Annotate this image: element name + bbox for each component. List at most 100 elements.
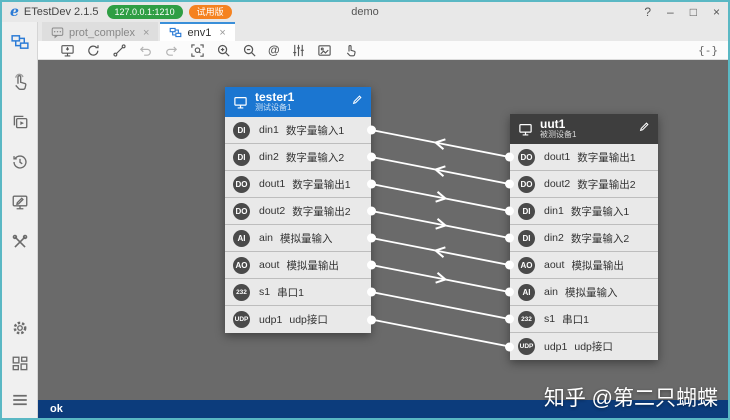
device-subtitle: 被测设备1	[540, 130, 577, 140]
address-badge: 127.0.0.1:1210	[106, 5, 183, 19]
edit-pencil-icon[interactable]	[638, 120, 650, 138]
topology-icon[interactable]	[10, 32, 30, 52]
port-connector-dot[interactable]	[367, 287, 376, 297]
zoom-out-icon[interactable]	[242, 43, 257, 58]
port-connector-dot[interactable]	[367, 152, 376, 162]
tab-label: prot_complex	[69, 26, 136, 39]
redo-icon[interactable]	[164, 43, 179, 58]
port-name: dout1	[259, 178, 286, 190]
tab-env1[interactable]: env1 ×	[160, 22, 235, 41]
port-row[interactable]: DO dout2 数字量输出2	[505, 171, 658, 198]
device-monitor-icon	[234, 96, 247, 109]
port-name: dout1	[544, 151, 571, 163]
status-bar: ok	[38, 400, 728, 418]
app-name: ETestDev 2.1.5	[23, 6, 99, 18]
port-row[interactable]: AO aout 模拟量输出	[225, 252, 376, 279]
port-row[interactable]: DI din1 数字量输入1	[505, 198, 658, 225]
window-controls: ? – □ ×	[644, 5, 720, 19]
minimize-button[interactable]: –	[667, 5, 674, 19]
dashboard-icon[interactable]	[10, 354, 30, 374]
port-row[interactable]: AI ain 模拟量输入	[225, 225, 376, 252]
port-row[interactable]: DI din1 数字量输入1	[225, 117, 376, 144]
device-block-tester1[interactable]: tester1 测试设备1 DI din1 数字量输入1 DI din2 数字量…	[225, 87, 376, 333]
tools-icon[interactable]	[10, 232, 30, 252]
port-desc: udp接口	[289, 314, 328, 326]
connect-icon[interactable]	[112, 43, 127, 58]
port-connector-dot[interactable]	[505, 342, 514, 351]
port-name: aout	[544, 259, 565, 271]
port-connector-dot[interactable]	[367, 260, 376, 270]
device-block-uut1[interactable]: uut1 被测设备1 DO dout1 数字量输出1 DO dout2 数字量输…	[505, 114, 658, 360]
tab-label: env1	[187, 26, 212, 39]
port-desc: 数字量输入2	[570, 232, 630, 245]
image-icon[interactable]	[317, 43, 332, 58]
trial-badge: 试用版	[188, 5, 232, 19]
port-type-badge: AI	[233, 229, 250, 247]
refresh-icon[interactable]	[86, 43, 101, 58]
touch-select-icon[interactable]	[343, 43, 358, 58]
port-row[interactable]: DO dout1 数字量输出1	[505, 144, 658, 171]
port-type-badge: DI	[518, 229, 535, 247]
left-sidebar	[2, 22, 38, 418]
port-row[interactable]: 232 s1 串口1	[225, 279, 376, 306]
mixer-icon[interactable]	[291, 43, 306, 58]
device-subtitle: 测试设备1	[255, 103, 292, 113]
settings-gear-icon[interactable]	[10, 318, 30, 338]
port-connector-dot[interactable]	[505, 314, 514, 324]
port-row[interactable]: UDP udp1 udp接口	[225, 306, 376, 333]
port-row[interactable]: AO aout 模拟量输出	[505, 252, 658, 279]
port-row[interactable]: 232 s1 串口1	[505, 306, 658, 333]
monitor-edit-icon[interactable]	[10, 192, 30, 212]
code-view-button[interactable]: {-}	[698, 44, 718, 57]
close-button[interactable]: ×	[713, 5, 720, 19]
touch-icon[interactable]	[10, 72, 30, 92]
port-connector-dot[interactable]	[367, 206, 376, 216]
help-button[interactable]: ?	[644, 5, 651, 19]
port-type-badge: UDP	[233, 311, 250, 328]
port-row[interactable]: DO dout1 数字量输出1	[225, 171, 376, 198]
port-connector-dot[interactable]	[505, 206, 514, 216]
port-connector-dot[interactable]	[505, 179, 514, 189]
port-connector-dot[interactable]	[505, 287, 514, 297]
port-desc: udp接口	[574, 341, 613, 353]
port-type-badge: DO	[518, 175, 535, 193]
run-layers-icon[interactable]	[10, 112, 30, 132]
port-type-badge: DI	[233, 121, 250, 139]
menu-icon[interactable]	[10, 390, 30, 410]
undo-icon[interactable]	[138, 43, 153, 58]
port-name: dout2	[544, 178, 571, 190]
port-desc: 数字量输出2	[292, 205, 351, 218]
port-connector-dot[interactable]	[367, 125, 376, 135]
port-name: s1	[544, 313, 556, 325]
port-connector-dot[interactable]	[367, 233, 376, 243]
fit-view-icon[interactable]	[190, 43, 205, 58]
port-name: dout2	[259, 205, 286, 217]
tab-close-icon[interactable]: ×	[143, 27, 149, 39]
port-row[interactable]: DI din2 数字量输入2	[505, 225, 658, 252]
port-connector-dot[interactable]	[505, 260, 514, 270]
port-desc: 数字量输入1	[285, 124, 345, 137]
port-name: aout	[259, 259, 280, 271]
port-type-badge: DO	[233, 175, 250, 193]
at-icon[interactable]: @	[268, 43, 280, 57]
port-row[interactable]: UDP udp1 udp接口	[505, 333, 658, 360]
port-connector-dot[interactable]	[367, 179, 376, 189]
topology-canvas[interactable]: tester1 测试设备1 DI din1 数字量输入1 DI din2 数字量…	[38, 60, 728, 400]
zoom-in-icon[interactable]	[216, 43, 231, 58]
port-type-badge: DO	[518, 148, 535, 166]
history-icon[interactable]	[10, 152, 30, 172]
port-name: ain	[259, 232, 274, 244]
port-row[interactable]: DO dout2 数字量输出2	[225, 198, 376, 225]
port-row[interactable]: DI din2 数字量输入2	[225, 144, 376, 171]
tab-close-icon[interactable]: ×	[219, 27, 225, 39]
maximize-button[interactable]: □	[690, 5, 697, 19]
port-connector-dot[interactable]	[505, 233, 514, 243]
port-connector-dot[interactable]	[367, 315, 376, 324]
port-type-badge: DI	[233, 148, 250, 166]
monitor-icon[interactable]	[60, 43, 75, 58]
port-connector-dot[interactable]	[505, 152, 514, 162]
tab-prot-complex[interactable]: prot_complex ×	[42, 22, 159, 41]
edit-pencil-icon[interactable]	[351, 93, 363, 111]
port-row[interactable]: AI ain 模拟量输入	[505, 279, 658, 306]
port-name: din2	[259, 151, 279, 163]
